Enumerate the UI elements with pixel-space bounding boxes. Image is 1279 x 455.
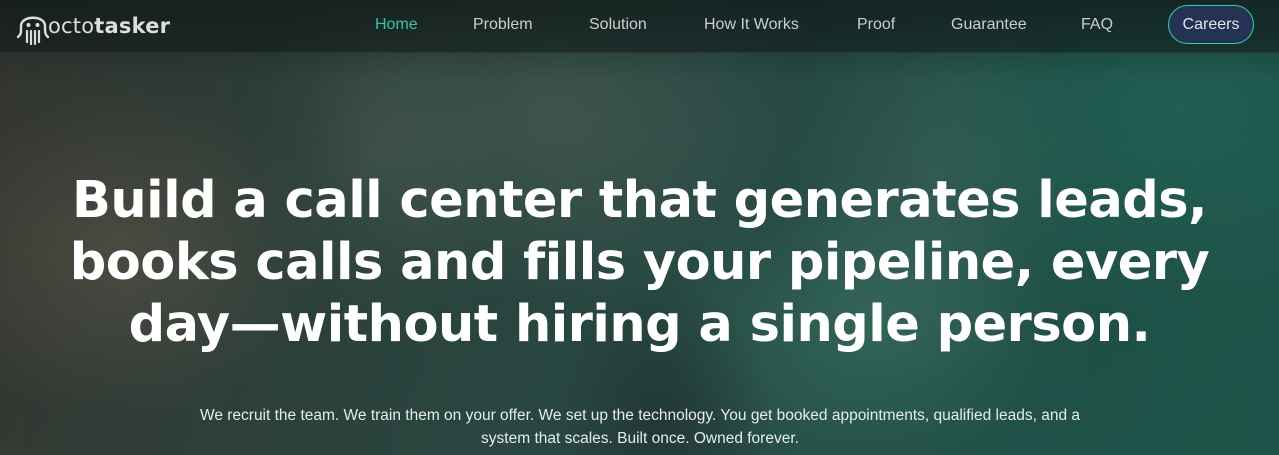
hero-subtext: We recruit the team. We train them on yo… — [199, 407, 1081, 447]
hero-section: octotasker Home Problem Solution How It … — [0, 0, 1279, 455]
top-navigation: octotasker Home Problem Solution How It … — [0, 0, 1279, 53]
nav-item-how-it-works[interactable]: How It Works — [704, 15, 799, 35]
nav-item-problem[interactable]: Problem — [473, 15, 533, 35]
careers-button[interactable]: Careers — [1168, 5, 1254, 44]
nav-item-guarantee[interactable]: Guarantee — [951, 15, 1027, 35]
nav-item-solution[interactable]: Solution — [589, 15, 647, 35]
nav-item-home[interactable]: Home — [375, 15, 418, 35]
nav-item-faq[interactable]: FAQ — [1081, 15, 1113, 35]
main-menu: Home Problem Solution How It Works Proof… — [0, 0, 1279, 52]
hero-headline: Build a call center that generates leads… — [69, 171, 1210, 354]
nav-item-proof[interactable]: Proof — [857, 15, 895, 35]
